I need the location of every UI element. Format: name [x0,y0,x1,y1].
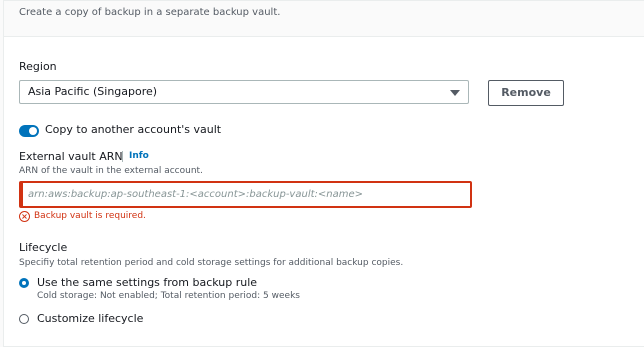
error-icon: × [19,211,30,222]
error-text: Backup vault is required. [34,211,146,221]
lifecycle-label: Lifecycle [19,241,68,254]
section-description: Create a copy of backup in a separate ba… [19,7,281,18]
region-select[interactable]: Asia Pacific (Singapore) [19,80,469,104]
radio-same-settings[interactable] [19,278,29,288]
info-link[interactable]: Info [129,151,149,161]
lifecycle-description: Specifiy total retention period and cold… [19,258,404,268]
external-vault-input[interactable]: arn:aws:backup:ap-southeast-1:<account>:… [19,181,472,208]
region-label: Region [19,60,57,73]
radio-customize-lifecycle[interactable] [19,314,29,324]
section-header: Create a copy of backup in a separate ba… [4,1,644,37]
external-vault-placeholder: arn:aws:backup:ap-southeast-1:<account>:… [28,189,364,200]
validation-error: × Backup vault is required. [19,211,146,222]
radio-same-settings-detail: Cold storage: Not enabled; Total retenti… [37,291,300,301]
external-vault-label: External vault ARN [19,150,123,163]
radio-customize-lifecycle-label[interactable]: Customize lifecycle [37,312,143,325]
radio-same-settings-label[interactable]: Use the same settings from backup rule [37,276,257,289]
copy-account-toggle-label: Copy to another account's vault [45,123,222,136]
copy-section-panel: Create a copy of backup in a separate ba… [3,0,644,347]
region-selected-value: Asia Pacific (Singapore) [28,85,158,98]
toggle-knob [29,127,37,135]
caret-down-icon [450,90,460,96]
external-vault-description: ARN of the vault in the external account… [19,166,203,176]
label-divider [122,151,123,162]
remove-button[interactable]: Remove [488,80,564,106]
copy-account-toggle[interactable] [19,125,39,137]
